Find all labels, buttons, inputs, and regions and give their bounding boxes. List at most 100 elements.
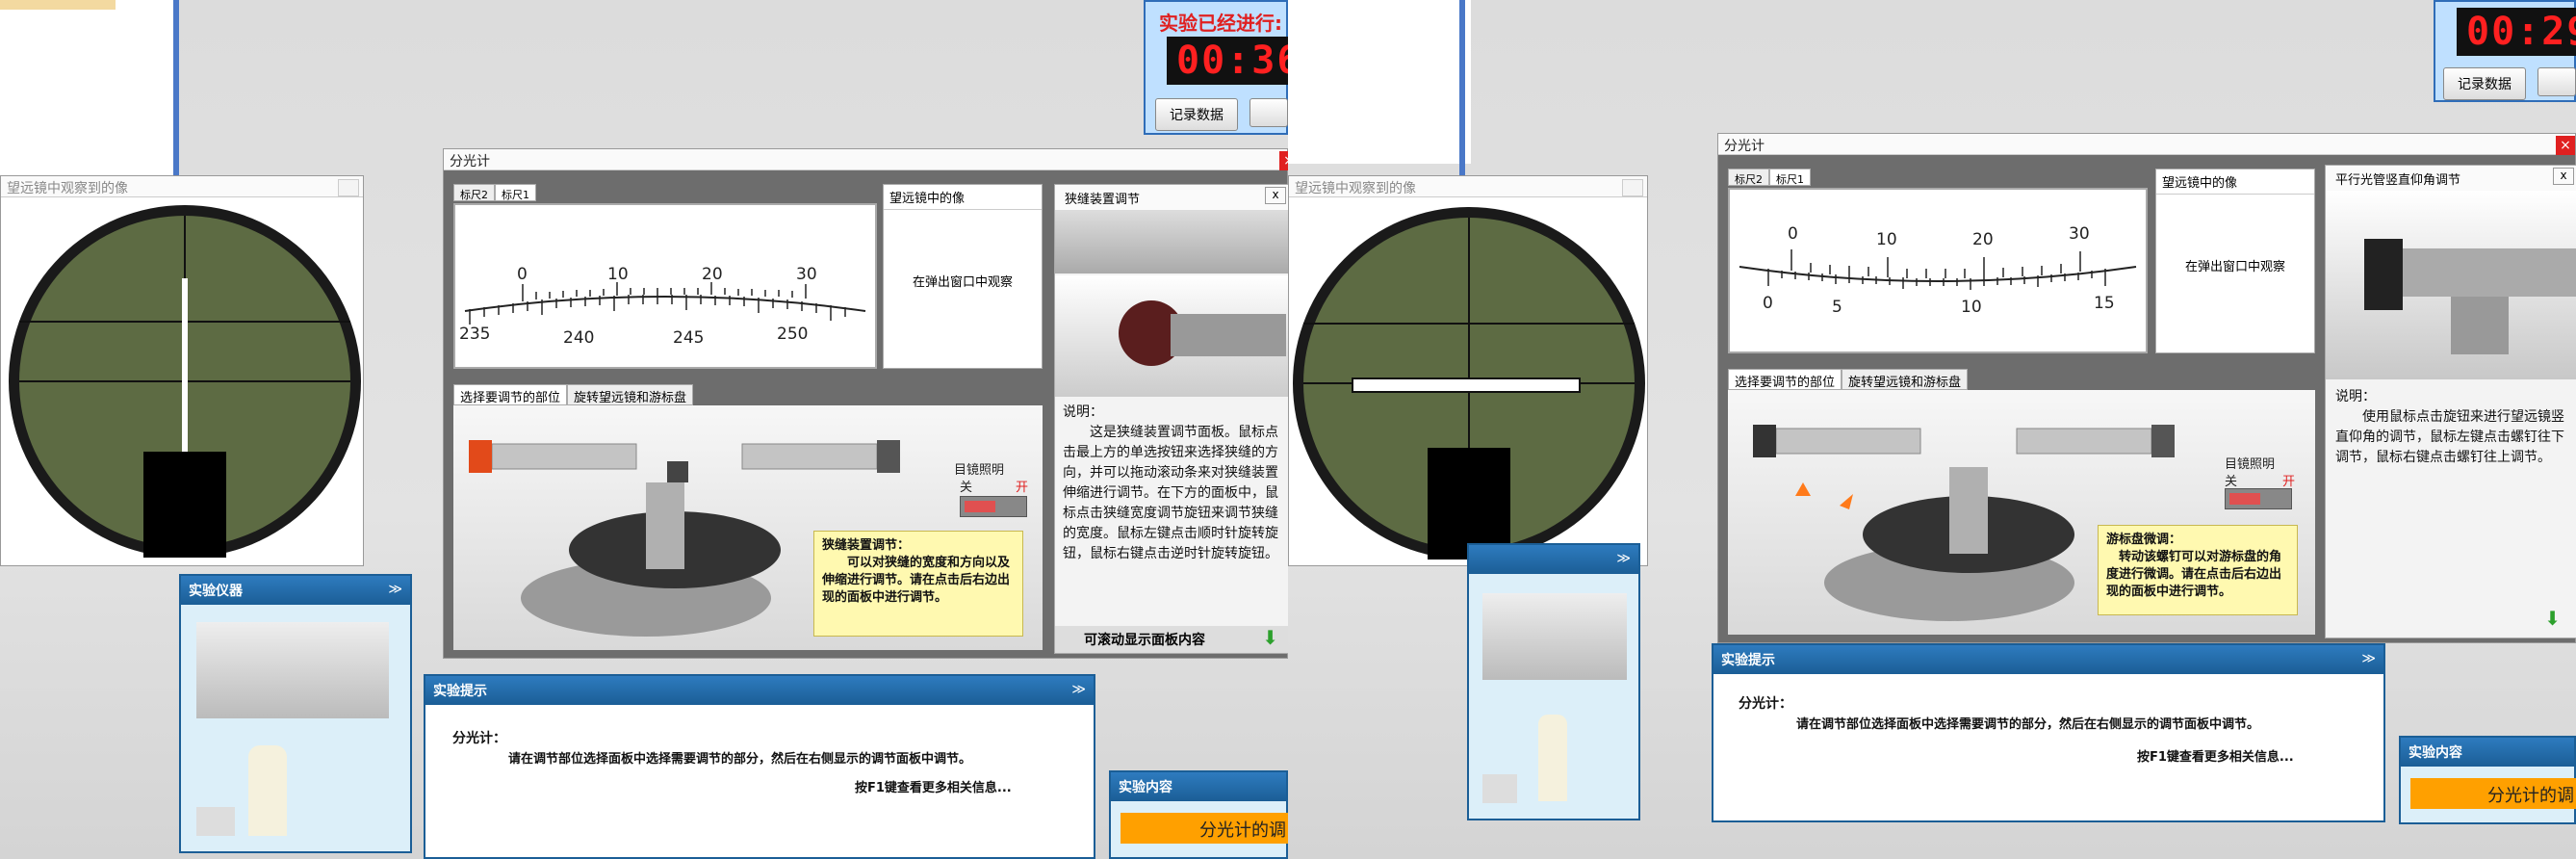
close-icon[interactable]: ×	[1279, 151, 1288, 170]
spectrometer-window: 分光计 × 标尺2 标尺1	[1717, 133, 2576, 643]
content-item[interactable]: 分光计的调	[1121, 813, 1288, 844]
scale-bottom-label: 245	[673, 328, 705, 348]
slit-image	[1352, 377, 1581, 393]
tab-scale-2[interactable]: 标尺2	[1728, 169, 1769, 186]
light-on-label: 开	[1016, 481, 1029, 495]
telescope-image-box: 望远镜中的像 在弹出窗口中观察	[883, 184, 1043, 369]
hint-panel: 实验提示 ≫ 分光计： 请在调节部位选择面板中选择需要调节的部分，然后在右侧显示…	[1712, 643, 2385, 822]
close-icon[interactable]: x	[1265, 187, 1286, 204]
slit-adjust-panel: 狭缝装置调节 x 说明： 这是狭缝装置调节面板。鼠标点击最上方的单选按钮来选择狭…	[1054, 184, 1288, 654]
tilt-description: 说明： 使用鼠标点击旋钮来进行望远镜竖直仰角的调节，鼠标左键点击螺钉往下调节，鼠…	[2335, 387, 2570, 468]
eyepiece-light-label: 目镜照明	[954, 463, 1005, 478]
spectrometer-thumbnail[interactable]	[1482, 593, 1627, 680]
scale-bottom-label: 235	[459, 325, 491, 344]
tilt-panel-title: 平行光管竖直仰角调节	[2326, 166, 2576, 193]
instrument-view[interactable]: 目镜照明 关 开 狭缝装置调节： 可以对狭缝的宽度和方向以及伸缩进行调节。请在点…	[453, 405, 1043, 650]
light-toggle[interactable]	[2225, 488, 2292, 509]
scale-top-label: 0	[1788, 224, 1798, 244]
hint-panel-title: 实验提示	[1713, 645, 2383, 674]
instruments-panel-header	[1469, 545, 1638, 574]
popup-hint: 在弹出窗口中观察	[2184, 260, 2285, 274]
collapse-icon[interactable]: ≫	[388, 582, 402, 597]
close-icon[interactable]	[338, 179, 359, 196]
lamp-thumbnail[interactable]	[1538, 715, 1567, 801]
hint-line1: 请在调节部位选择面板中选择需要调节的部分，然后在右侧显示的调节面板中调节。	[508, 752, 972, 767]
scale-graphic	[464, 282, 866, 325]
hint-heading: 分光计：	[452, 731, 506, 746]
telescope-view-title: 望远镜中观察到的像	[1289, 176, 1647, 197]
eyepiece-light-label: 目镜照明	[2225, 457, 2276, 472]
next-button[interactable]	[1249, 98, 1288, 127]
lamp-thumbnail[interactable]	[248, 745, 287, 836]
scale-top-label: 30	[2069, 224, 2090, 244]
content-item[interactable]: 分光计的调	[2410, 778, 2576, 809]
light-on-label: 开	[2282, 475, 2296, 489]
tab-rotate-telescope[interactable]: 旋转望远镜和游标盘	[567, 384, 694, 405]
hint-note: 游标盘微调： 转动该螺钉可以对游标盘的角度进行微调。请在点击后右边出现的面板中进…	[2098, 525, 2298, 615]
light-toggle[interactable]	[960, 496, 1027, 517]
tilt-screw-graphic	[2364, 239, 2576, 354]
power-thumbnail[interactable]	[196, 807, 235, 836]
record-data-button[interactable]: 记录数据	[1155, 98, 1238, 131]
spectrometer-window: 分光计 × 标尺2 标尺1	[443, 148, 1288, 659]
slit-knob-graphic	[1119, 300, 1286, 366]
scale-graphic	[1739, 249, 2137, 290]
description-title: 说明：	[2335, 389, 2376, 404]
tilt-photo[interactable]	[2326, 191, 2576, 379]
slit-photo-knob[interactable]	[1055, 275, 1288, 397]
instruments-panel: ≫	[1467, 543, 1640, 820]
spectrometer-title: 分光计	[1718, 134, 2575, 155]
note-body: 可以对狭缝的宽度和方向以及伸缩进行调节。请在点击后右边出现的面板中进行调节。	[822, 556, 1011, 605]
tab-select-part[interactable]: 选择要调节的部位	[1728, 369, 1842, 390]
telescope-image-box: 望远镜中的像 在弹出窗口中观察	[2155, 169, 2315, 353]
hint-panel: 实验提示 ≫ 分光计： 请在调节部位选择面板中选择需要调节的部分，然后在右侧显示…	[424, 674, 1095, 859]
window-edge	[1459, 0, 1465, 193]
scale-bottom-label: 240	[563, 328, 595, 348]
scale-top-label: 30	[796, 265, 817, 284]
instrument-view[interactable]: 目镜照明 关 开 游标盘微调： 转动该螺钉可以对游标盘的角度进行微调。请在点击后…	[1728, 390, 2315, 635]
light-off-label: 关	[2225, 475, 2238, 489]
hint-note: 狭缝装置调节： 可以对狭缝的宽度和方向以及伸缩进行调节。请在点击后右边出现的面板…	[813, 531, 1023, 637]
collapse-icon[interactable]: ≫	[1616, 551, 1631, 566]
tab-select-part[interactable]: 选择要调节的部位	[453, 384, 568, 405]
light-off-label: 关	[960, 481, 973, 495]
close-icon[interactable]	[1622, 179, 1643, 196]
telescope-view-window: 望远镜中观察到的像	[1288, 175, 1648, 566]
telescope-view-window: 望远镜中观察到的像	[0, 175, 364, 566]
scale-bottom-label: 15	[2094, 294, 2115, 313]
vernier-scale: 0 10 20 30 0 5 10 15	[1728, 188, 2148, 353]
tab-scale-1[interactable]: 标尺1	[495, 184, 536, 201]
collapse-icon[interactable]: ≫	[2361, 651, 2376, 666]
tab-scale-1[interactable]: 标尺1	[1769, 169, 1811, 186]
collapse-icon[interactable]: ≫	[1071, 682, 1086, 697]
scale-bottom-label: 5	[1832, 298, 1842, 317]
scroll-hint: 可滚动显示面板内容	[1055, 626, 1288, 653]
next-button[interactable]	[2537, 67, 2576, 96]
down-arrow-icon[interactable]: ⬇	[2544, 607, 2561, 630]
description-body: 使用鼠标点击旋钮来进行望远镜竖直仰角的调节，鼠标左键点击螺钉往下调节，鼠标右键点…	[2335, 409, 2564, 465]
close-icon[interactable]: x	[2553, 168, 2574, 185]
popup-hint: 在弹出窗口中观察	[912, 275, 1013, 290]
scale-top-label: 10	[607, 265, 629, 284]
down-arrow-icon[interactable]: ⬇	[1262, 626, 1278, 649]
tab-rotate-telescope[interactable]: 旋转望远镜和游标盘	[1842, 369, 1969, 390]
content-panel-title: 实验内容	[1111, 772, 1286, 801]
left-screenshot: 实验已经进行: 00:36 记录数据 望远镜中观察到的像 分光计 × 标尺2 标…	[0, 0, 1288, 859]
power-thumbnail[interactable]	[1482, 774, 1517, 803]
telescope-image-label: 望远镜中的像	[884, 185, 1042, 210]
description-body: 这是狭缝装置调节面板。鼠标点击最上方的单选按钮来选择狭缝的方向，并可以拖动滚动条…	[1063, 425, 1278, 561]
hint-heading: 分光计：	[1739, 696, 1792, 712]
elapsed-timer: 00:29	[2457, 8, 2576, 56]
timer-caption: 实验已经进行:	[1159, 12, 1282, 35]
scale-top-label: 20	[702, 265, 723, 284]
record-data-button[interactable]: 记录数据	[2443, 67, 2526, 100]
tab-scale-2[interactable]: 标尺2	[453, 184, 495, 201]
spectrometer-title: 分光计	[444, 149, 1287, 170]
scale-bottom-label: 10	[1961, 298, 1982, 317]
hint-line2: 按F1键查看更多相关信息...	[855, 781, 1012, 795]
spectrometer-thumbnail[interactable]	[196, 622, 389, 718]
content-panel: 实验内容 分光计的调	[1109, 770, 1288, 859]
note-title: 游标盘微调：	[2106, 533, 2182, 547]
telescope-view-title: 望远镜中观察到的像	[1, 176, 363, 197]
close-icon[interactable]: ×	[2556, 136, 2575, 155]
